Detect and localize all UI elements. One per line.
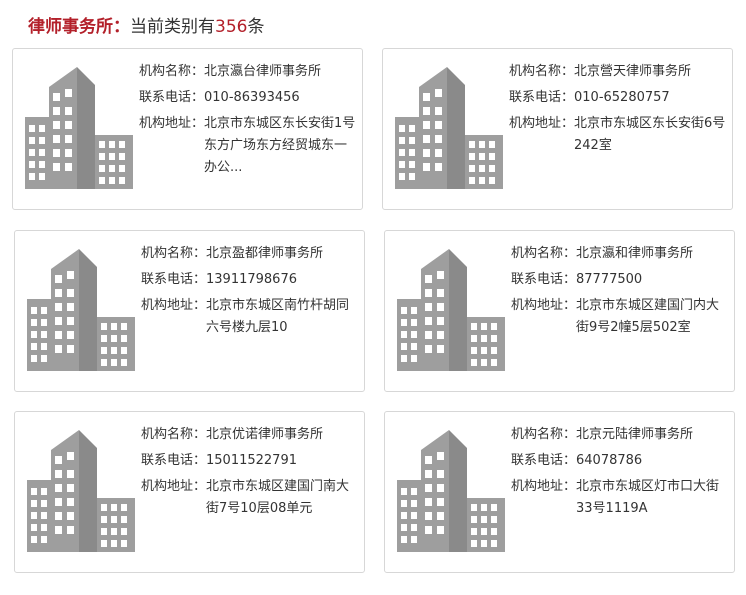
building-icon <box>397 430 505 552</box>
category-header: 律师事务所：当前类别有356条 <box>28 14 264 40</box>
firm-card[interactable]: 机构名称： 北京營天律师事务所 联系电话： 010-65280757 机构地址： 北京… <box>382 48 733 210</box>
address-label: 机构地址： <box>141 479 207 494</box>
name-label: 机构名称： <box>141 246 207 261</box>
firm-phone: 13911798676 <box>206 272 297 287</box>
firm-card[interactable]: 机构名称： 北京优诺律师事务所 联系电话： 15011522791 机构地址： 北京市… <box>14 411 365 573</box>
firm-name[interactable]: 北京營天律师事务所 <box>574 61 691 83</box>
name-label: 机构名称： <box>139 64 205 79</box>
building-icon <box>27 430 135 552</box>
firm-phone: 87777500 <box>576 272 643 287</box>
building-icon <box>395 67 503 189</box>
address-label: 机构地址： <box>141 298 207 313</box>
firm-address: 北京市东城区灯市口大街33号1119A <box>576 479 720 516</box>
firm-phone: 010-65280757 <box>574 90 670 105</box>
firm-card[interactable]: 机构名称： 北京元陆律师事务所 联系电话： 64078786 机构地址： 北京市东城区… <box>384 411 735 573</box>
phone-label: 联系电话： <box>141 272 207 287</box>
phone-label: 联系电话： <box>141 453 207 468</box>
firm-address: 北京市东城区建国门内大街9号2幢5层502室 <box>576 298 720 335</box>
firm-address: 北京市东城区南竹杆胡同六号楼九层10 <box>206 298 350 335</box>
firm-name[interactable]: 北京瀛台律师事务所 <box>204 61 321 83</box>
phone-label: 联系电话： <box>511 453 577 468</box>
name-label: 机构名称： <box>141 427 207 442</box>
firm-card[interactable]: 机构名称： 北京瀛和律师事务所 联系电话： 87777500 机构地址： 北京市东城区… <box>384 230 735 392</box>
name-label: 机构名称： <box>511 246 577 261</box>
firm-name[interactable]: 北京瀛和律师事务所 <box>576 243 693 265</box>
firm-card[interactable]: 机构名称： 北京瀛台律师事务所 联系电话： 010-86393456 机构地址： 北京… <box>12 48 363 210</box>
address-label: 机构地址： <box>511 298 577 313</box>
building-icon <box>397 249 505 371</box>
building-icon <box>27 249 135 371</box>
name-label: 机构名称： <box>509 64 575 79</box>
count-suffix: 条 <box>247 17 265 37</box>
category-label: 律师事务所： <box>28 17 130 37</box>
firm-name[interactable]: 北京盈都律师事务所 <box>206 243 323 265</box>
phone-label: 联系电话： <box>511 272 577 287</box>
phone-label: 联系电话： <box>139 90 205 105</box>
count-prefix: 当前类别有 <box>130 17 215 37</box>
firm-name[interactable]: 北京元陆律师事务所 <box>576 424 693 446</box>
firm-address: 北京市东城区建国门南大街7号10层08单元 <box>206 479 350 516</box>
result-count: 356 <box>215 17 248 37</box>
firm-phone: 15011522791 <box>206 453 297 468</box>
name-label: 机构名称： <box>511 427 577 442</box>
address-label: 机构地址： <box>509 116 575 131</box>
firm-name[interactable]: 北京优诺律师事务所 <box>206 424 323 446</box>
firm-phone: 010-86393456 <box>204 90 300 105</box>
firm-address: 北京市东城区东长安街6号242室 <box>574 116 726 153</box>
building-icon <box>25 67 133 189</box>
address-label: 机构地址： <box>139 116 205 131</box>
address-label: 机构地址： <box>511 479 577 494</box>
phone-label: 联系电话： <box>509 90 575 105</box>
firm-card[interactable]: 机构名称： 北京盈都律师事务所 联系电话： 13911798676 机构地址： 北京市… <box>14 230 365 392</box>
firm-address: 北京市东城区东长安街1号东方广场东方经贸城东一办公... <box>204 116 356 175</box>
firm-phone: 64078786 <box>576 453 643 468</box>
